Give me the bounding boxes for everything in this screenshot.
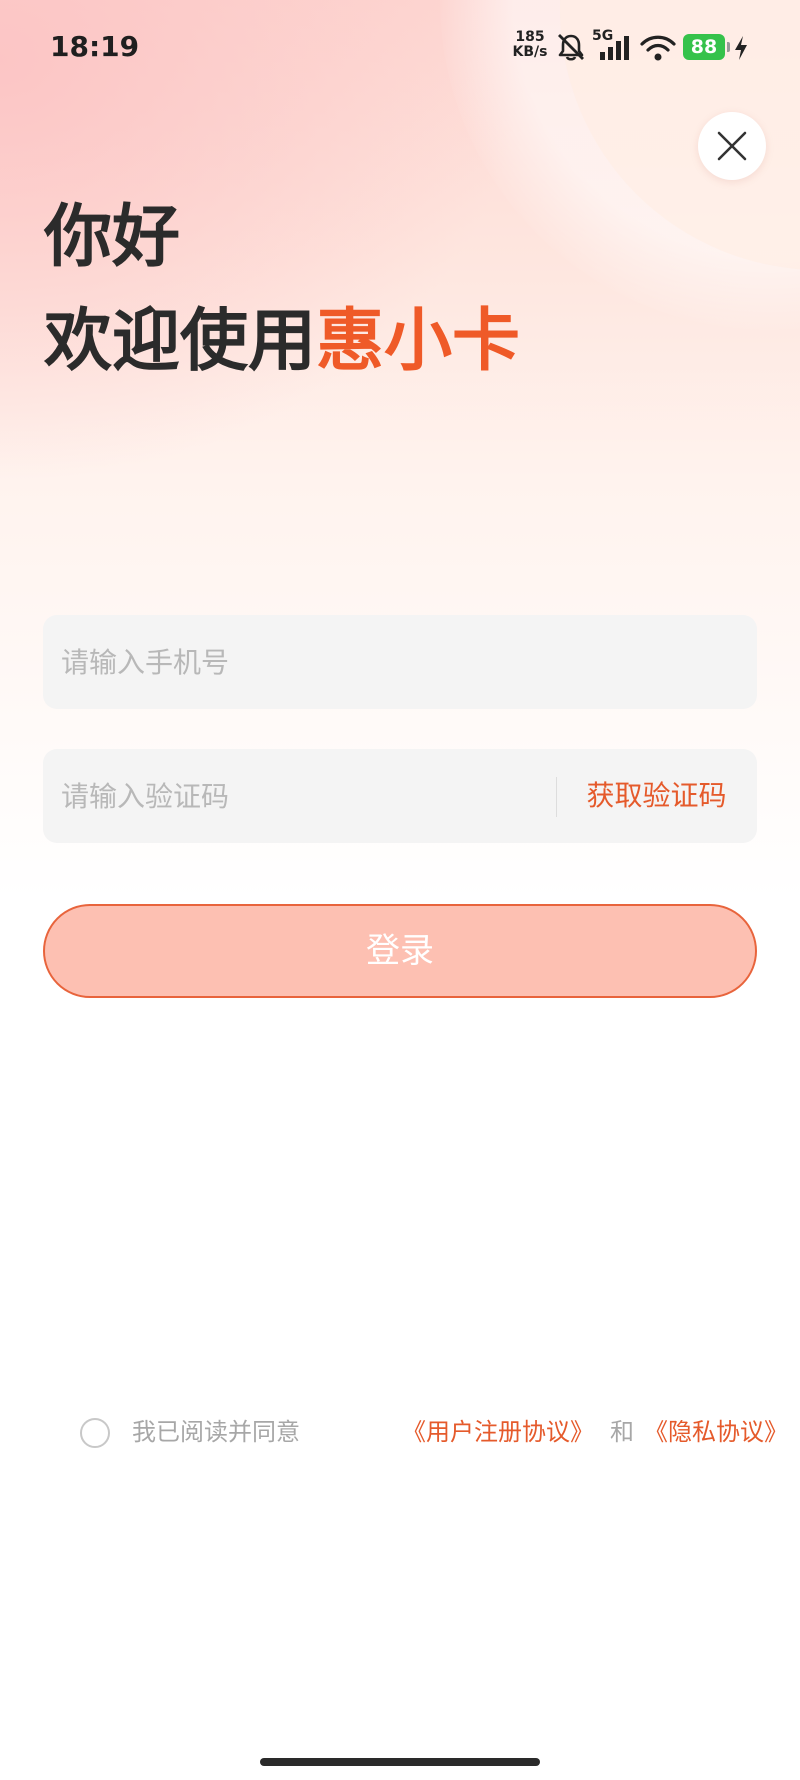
phone-field[interactable] [43,615,757,709]
agreement-checkbox[interactable] [80,1418,110,1448]
status-time: 18:19 [50,30,140,63]
phone-input[interactable] [61,615,741,709]
cellular-signal-icon [600,36,629,60]
charging-bolt-icon [735,36,747,60]
welcome-heading: 欢迎使用惠小卡 [44,300,520,384]
status-bar: 18:19 185 KB/s 5G 88 [0,0,800,96]
close-icon [717,131,747,161]
privacy-policy-link[interactable]: 《隐私协议》 [644,1412,788,1452]
welcome-prefix: 欢迎使用 [44,302,317,381]
network-speed-value: 185 [515,29,545,45]
verification-code-input[interactable] [61,749,561,843]
greeting-heading: 你好 [44,198,181,277]
get-code-button[interactable]: 获取验证码 [556,749,757,843]
login-button[interactable]: 登录 [43,904,757,998]
network-speed: 185 KB/s [510,30,550,60]
bell-off-icon [558,34,584,61]
wifi-icon [640,35,676,61]
home-indicator[interactable] [260,1758,540,1766]
brand-name: 惠小卡 [316,302,521,381]
close-button[interactable] [698,112,766,180]
verification-code-field[interactable]: 获取验证码 [43,749,757,843]
battery-tip [727,42,730,52]
agreement-prefix: 我已阅读并同意 [132,1418,300,1446]
network-speed-unit: KB/s [512,44,548,60]
battery-icon: 88 [683,34,725,60]
agreement-conjunction: 和 [610,1418,634,1446]
user-agreement-link[interactable]: 《用户注册协议》 [402,1412,594,1452]
